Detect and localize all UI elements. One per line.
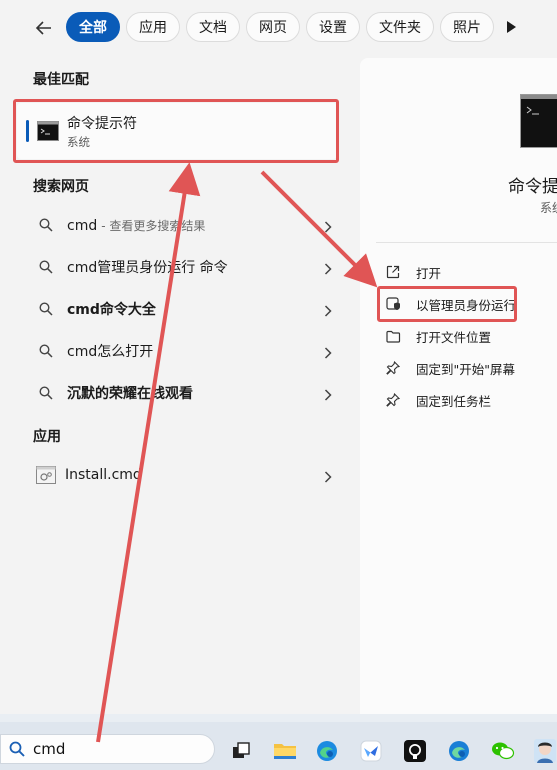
search-icon <box>39 344 55 358</box>
chevron-right-icon[interactable] <box>324 302 332 321</box>
web-result-row[interactable]: 沉默的荣耀在线观看 <box>30 375 340 411</box>
annotation-box-run-as-admin <box>377 286 517 322</box>
search-icon <box>39 302 55 316</box>
search-icon <box>39 386 55 400</box>
annotation-box-best-match <box>13 99 339 163</box>
chevron-right-icon[interactable] <box>324 260 332 279</box>
web-result-row[interactable]: cmd - 查看更多搜索结果 <box>30 207 340 243</box>
action-pin-to-start[interactable]: 固定到"开始"屏幕 <box>386 354 515 382</box>
web-result-row[interactable]: cmd命令大全 <box>30 291 340 327</box>
open-external-icon <box>386 265 402 279</box>
command-prompt-large-icon <box>520 94 557 148</box>
filter-settings[interactable]: 设置 <box>306 12 360 42</box>
chevron-right-icon[interactable] <box>324 386 332 405</box>
pin-icon <box>386 393 402 407</box>
web-result-row[interactable]: cmd怎么打开 <box>30 333 340 369</box>
web-search-heading: 搜索网页 <box>33 179 89 195</box>
action-open[interactable]: 打开 <box>386 258 441 286</box>
web-result-label: cmd怎么打开 <box>67 344 154 360</box>
wechat-icon[interactable] <box>490 738 516 764</box>
filter-bar: 全部 应用 文档 网页 设置 文件夹 照片 <box>66 11 522 43</box>
more-filters-icon[interactable] <box>500 12 522 42</box>
preview-divider <box>376 242 557 243</box>
taskbar-search-input[interactable] <box>31 739 185 759</box>
search-icon <box>9 741 25 757</box>
action-open-file-location[interactable]: 打开文件位置 <box>386 322 491 350</box>
filter-web[interactable]: 网页 <box>246 12 300 42</box>
feishu-icon[interactable] <box>358 738 384 764</box>
app-result-label: Install.cmd <box>65 467 142 483</box>
edge-icon[interactable] <box>446 738 472 764</box>
back-arrow-icon[interactable] <box>30 14 58 42</box>
search-icon <box>39 218 55 232</box>
chevron-right-icon[interactable] <box>324 468 332 487</box>
preview-panel: 命令提示符 系统 打开 以管理员身份运行 打开文件位置 固定到"开始"屏幕 固定… <box>360 58 557 714</box>
github-icon[interactable] <box>402 738 428 764</box>
preview-app-type: 系统 <box>540 201 557 215</box>
action-pin-to-taskbar[interactable]: 固定到任务栏 <box>386 386 491 414</box>
filter-photos[interactable]: 照片 <box>440 12 494 42</box>
filter-folders[interactable]: 文件夹 <box>366 12 434 42</box>
app-result-row[interactable]: Install.cmd <box>30 457 340 493</box>
filter-apps[interactable]: 应用 <box>126 12 180 42</box>
web-result-label: 沉默的荣耀在线观看 <box>67 386 193 402</box>
edge-icon[interactable] <box>314 738 340 764</box>
web-result-label: cmd - 查看更多搜索结果 <box>67 217 206 234</box>
chevron-right-icon[interactable] <box>324 344 332 363</box>
web-result-row[interactable]: cmd管理员身份运行 命令 <box>30 249 340 285</box>
avatar-icon[interactable] <box>532 738 557 764</box>
folder-icon <box>386 330 402 343</box>
start-search-panel: 全部 应用 文档 网页 设置 文件夹 照片 最佳匹配 命令提示符 系统 搜索网页… <box>0 0 557 714</box>
pin-icon <box>386 361 402 375</box>
script-file-icon <box>36 466 56 484</box>
web-result-label: cmd管理员身份运行 命令 <box>67 260 228 276</box>
file-explorer-icon[interactable] <box>272 738 298 764</box>
apps-heading: 应用 <box>33 429 61 445</box>
web-result-label: cmd命令大全 <box>67 302 156 318</box>
taskbar-search-box[interactable] <box>0 734 215 764</box>
filter-all[interactable]: 全部 <box>66 12 120 42</box>
best-match-heading: 最佳匹配 <box>33 72 89 88</box>
filter-documents[interactable]: 文档 <box>186 12 240 42</box>
preview-app-name: 命令提示符 <box>508 177 557 197</box>
taskbar <box>0 722 557 770</box>
chevron-right-icon[interactable] <box>324 218 332 237</box>
search-icon <box>39 260 55 274</box>
task-view-icon[interactable] <box>228 738 254 764</box>
